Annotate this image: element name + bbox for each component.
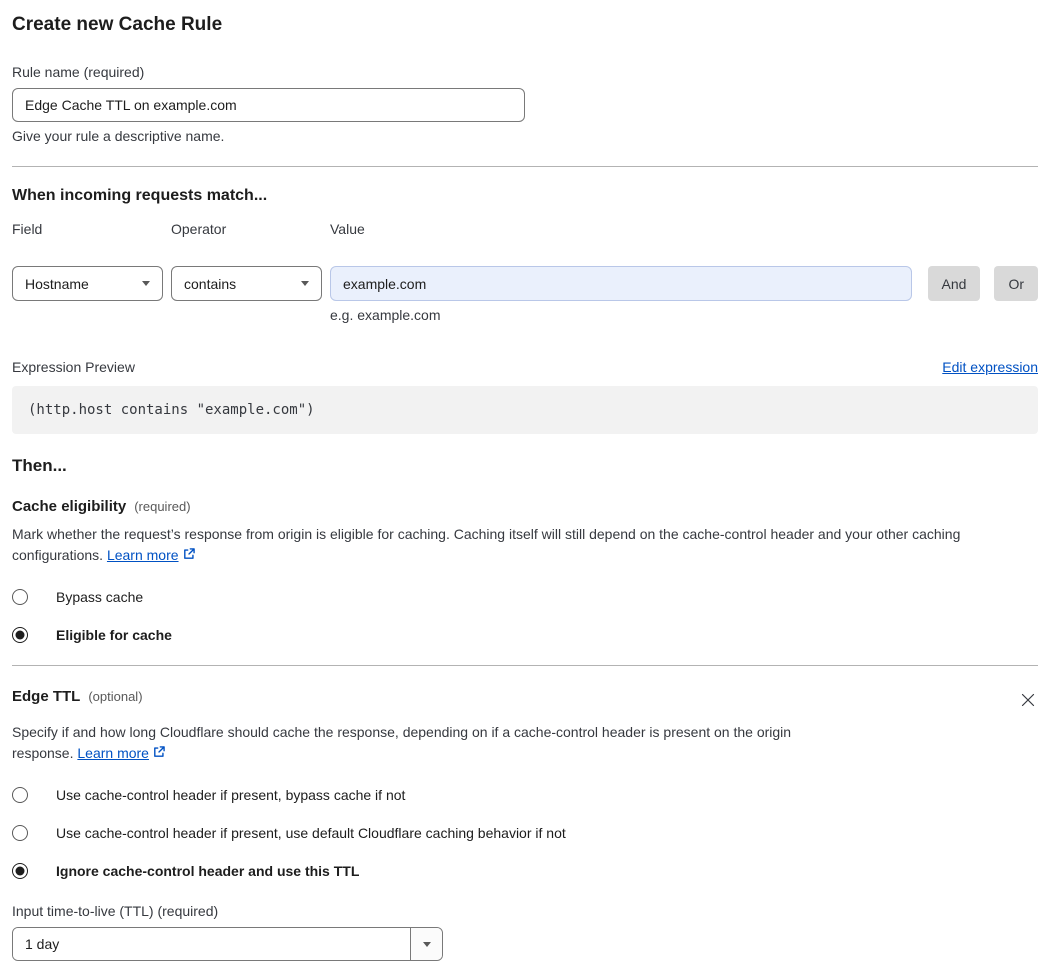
value-input[interactable] (330, 266, 912, 301)
radio-icon (12, 863, 28, 879)
field-select-value: Hostname (25, 275, 89, 292)
edge-ttl-close-button[interactable] (1018, 690, 1038, 713)
ttl-dropdown-button[interactable] (410, 928, 442, 960)
external-link-icon (182, 546, 196, 567)
cache-eligibility-required-badge: (required) (134, 499, 191, 514)
edge-ttl-title: Edge TTL (12, 688, 81, 705)
radio-eligible-for-cache[interactable]: Eligible for cache (12, 627, 1038, 643)
section-divider (12, 665, 1038, 666)
edge-ttl-header: Edge TTL (optional) (12, 688, 1038, 713)
create-cache-rule-form: Create new Cache Rule Rule name (require… (0, 0, 1058, 961)
operator-select-value: contains (184, 275, 237, 292)
ttl-input[interactable] (13, 928, 410, 960)
external-link-icon (152, 744, 166, 765)
rule-name-input[interactable] (12, 88, 525, 122)
ttl-label: Input time-to-live (TTL) (required) (12, 903, 219, 919)
section-divider (12, 166, 1038, 167)
radio-icon (12, 825, 28, 841)
rule-name-helper: Give your rule a descriptive name. (12, 128, 225, 144)
match-labels-row: Field Operator Value AndOr (12, 221, 1038, 256)
cache-eligibility-learn-more-link[interactable]: Learn more (107, 547, 179, 563)
radio-ignore-header-use-ttl[interactable]: Ignore cache-control header and use this… (12, 863, 1038, 879)
match-heading: When incoming requests match... (12, 187, 268, 204)
chevron-down-icon (142, 281, 150, 286)
operator-select[interactable]: contains (171, 266, 322, 301)
field-select[interactable]: Hostname (12, 266, 163, 301)
chevron-down-icon (301, 281, 309, 286)
rule-name-label: Rule name (required) (12, 64, 145, 80)
page-title: Create new Cache Rule (12, 14, 223, 35)
value-helper: e.g. example.com (330, 307, 441, 323)
cache-eligibility-title: Cache eligibility (12, 498, 127, 515)
expression-preview-row: Expression Preview Edit expression (12, 359, 1038, 375)
radio-use-header-bypass[interactable]: Use cache-control header if present, byp… (12, 787, 1038, 803)
radio-label: Bypass cache (56, 589, 144, 605)
match-controls-row: Hostname contains And Or (12, 266, 1038, 301)
radio-icon (12, 589, 28, 605)
radio-icon (12, 787, 28, 803)
radio-icon (12, 627, 28, 643)
and-button[interactable]: And (927, 266, 981, 301)
then-heading: Then... (12, 456, 67, 475)
close-icon (1020, 693, 1036, 711)
edge-ttl-optional-badge: (optional) (88, 689, 143, 704)
radio-label: Ignore cache-control header and use this… (56, 863, 360, 879)
radio-label: Eligible for cache (56, 627, 172, 643)
radio-bypass-cache[interactable]: Bypass cache (12, 589, 1038, 605)
field-label: Field (12, 221, 43, 237)
edge-ttl-learn-more-link[interactable]: Learn more (77, 745, 149, 761)
edit-expression-link[interactable]: Edit expression (942, 359, 1038, 375)
operator-label: Operator (171, 221, 227, 237)
chevron-down-icon (422, 941, 431, 947)
edge-ttl-description: Specify if and how long Cloudflare shoul… (12, 722, 852, 765)
cache-eligibility-description: Mark whether the request’s response from… (12, 524, 1038, 567)
ttl-combobox (12, 927, 443, 961)
expression-preview-label: Expression Preview (12, 359, 135, 375)
cache-eligibility-header: Cache eligibility (required) (12, 498, 1038, 515)
radio-label: Use cache-control header if present, use… (56, 825, 566, 841)
radio-label: Use cache-control header if present, byp… (56, 787, 406, 803)
value-label: Value (330, 221, 365, 237)
radio-use-header-default[interactable]: Use cache-control header if present, use… (12, 825, 1038, 841)
expression-code: (http.host contains "example.com") (12, 386, 1038, 434)
or-button[interactable]: Or (994, 266, 1038, 301)
